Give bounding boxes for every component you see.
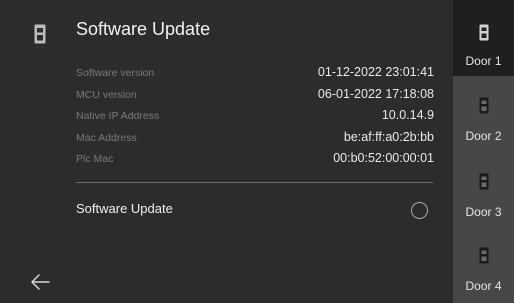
software-update-label: Software Update bbox=[76, 201, 173, 216]
door-label: Door 2 bbox=[465, 129, 502, 143]
door-label: Door 4 bbox=[465, 279, 502, 293]
info-label: MCU version bbox=[76, 88, 137, 101]
info-value: 06-01-2022 17:18:08 bbox=[317, 86, 434, 101]
info-row-software-version: Software version 01-12-2022 23:01:41 bbox=[76, 64, 434, 86]
software-update-option[interactable]: Software Update bbox=[76, 196, 434, 224]
info-row-plc-mac: Plc Mac 00:b0:52:00:00:01 bbox=[76, 150, 434, 172]
section-divider bbox=[76, 182, 433, 183]
device-info-list: Software version 01-12-2022 23:01:41 MCU… bbox=[76, 64, 434, 172]
door-label: Door 3 bbox=[465, 205, 502, 219]
info-label: Software version bbox=[76, 67, 155, 79]
software-update-screen: Software Update Software version 01-12-2… bbox=[0, 0, 514, 303]
door-tab-3[interactable]: Door 3 bbox=[453, 152, 514, 228]
door-station-icon bbox=[479, 173, 489, 190]
info-row-native-ip: Native IP Address 10.0.14.9 bbox=[76, 107, 434, 129]
info-label: Plc Mac bbox=[76, 153, 114, 165]
info-value: 00:b0:52:00:00:01 bbox=[333, 151, 434, 165]
door-station-icon bbox=[479, 247, 489, 264]
door-tab-4[interactable]: Door 4 bbox=[453, 227, 514, 303]
left-rail bbox=[0, 0, 58, 303]
info-value: be:af:ff:a0:2b:bb bbox=[343, 129, 434, 144]
back-arrow-icon[interactable] bbox=[28, 270, 54, 294]
info-value: 10.0.14.9 bbox=[381, 108, 434, 122]
door-station-icon bbox=[479, 97, 489, 114]
door-station-icon bbox=[479, 24, 489, 41]
software-update-radio[interactable] bbox=[411, 202, 428, 219]
info-row-mac-address: Mac Address be:af:ff:a0:2b:bb bbox=[76, 129, 434, 151]
door-selector: Door 1 Door 2 Door 3 Door 4 bbox=[453, 0, 514, 303]
info-row-mcu-version: MCU version 06-01-2022 17:18:08 bbox=[76, 86, 434, 108]
info-label: Mac Address bbox=[76, 131, 137, 144]
door-tab-2[interactable]: Door 2 bbox=[453, 76, 514, 152]
page-title: Software Update bbox=[76, 19, 211, 39]
info-value: 01-12-2022 23:01:41 bbox=[317, 65, 434, 79]
door-tab-1[interactable]: Door 1 bbox=[453, 0, 514, 76]
door-station-icon bbox=[34, 24, 46, 44]
info-label: Native IP Address bbox=[76, 110, 160, 122]
door-label: Door 1 bbox=[465, 54, 502, 68]
